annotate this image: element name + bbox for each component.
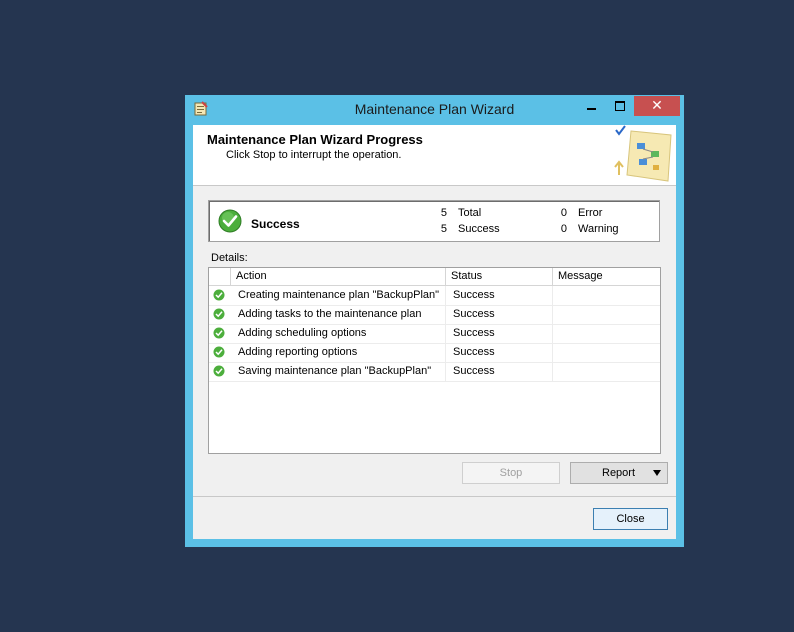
wizard-window: Maintenance Plan Wizard ✕ Maintenance Pl… [185,95,684,547]
minimize-button[interactable] [578,96,605,116]
details-grid[interactable]: Action Status Message Creating maintenan… [208,267,661,454]
success-label: Success [458,223,500,235]
close-icon: ✕ [651,98,663,114]
icon-column-header[interactable] [209,268,231,285]
success-check-icon [213,308,225,320]
warning-label: Warning [578,223,619,235]
total-label: Total [458,207,482,219]
status-cell: Success [446,305,553,324]
dropdown-arrow-icon[interactable] [653,470,661,476]
success-check-icon [213,365,225,377]
action-cell: Saving maintenance plan "BackupPlan" [231,362,446,381]
details-label: Details: [211,252,248,264]
close-window-button[interactable]: ✕ [634,96,680,116]
status-cell: Success [446,324,553,343]
report-button[interactable]: Report [570,462,668,484]
success-check-icon [213,327,225,339]
wizard-banner-icon [614,125,672,182]
table-row[interactable]: Adding reporting options Success [209,343,660,363]
action-cell: Adding tasks to the maintenance plan [231,305,446,324]
table-row[interactable]: Creating maintenance plan "BackupPlan" S… [209,286,660,306]
total-count: 5 [440,207,447,219]
message-cell [553,362,660,381]
status-cell: Success [446,343,553,362]
message-cell [553,305,660,324]
maximize-icon [614,101,625,111]
message-cell [553,286,660,305]
maximize-button[interactable] [606,96,633,116]
warning-count: 0 [560,223,567,235]
error-label: Error [578,207,603,219]
grid-header: Action Status Message [209,268,660,286]
stop-button[interactable]: Stop [462,462,560,484]
minimize-icon [587,108,596,110]
message-cell [553,324,660,343]
table-row[interactable]: Adding scheduling options Success [209,324,660,344]
wizard-header: Maintenance Plan Wizard Progress Click S… [193,125,676,186]
table-row[interactable]: Saving maintenance plan "BackupPlan" Suc… [209,362,660,382]
success-count: 5 [440,223,447,235]
column-header-message[interactable]: Message [553,268,660,285]
footer-divider [193,496,676,497]
error-count: 0 [560,207,567,219]
summary-panel: Success 5 Total 5 Success 0 Error 0 Warn… [208,200,660,242]
action-cell: Adding reporting options [231,343,446,362]
column-header-status[interactable]: Status [446,268,553,285]
table-row[interactable]: Adding tasks to the maintenance plan Suc… [209,305,660,325]
page-subtitle: Click Stop to interrupt the operation. [226,149,402,161]
status-cell: Success [446,362,553,381]
report-button-label: Report [602,467,636,479]
action-cell: Creating maintenance plan "BackupPlan" [231,286,446,305]
success-check-icon [213,346,225,358]
page-title: Maintenance Plan Wizard Progress [207,132,423,147]
column-header-action[interactable]: Action [231,268,446,285]
action-cell: Adding scheduling options [231,324,446,343]
status-cell: Success [446,286,553,305]
close-button[interactable]: Close [593,508,668,530]
dialog-client-area: Maintenance Plan Wizard Progress Click S… [193,125,676,539]
title-bar[interactable]: Maintenance Plan Wizard ✕ [185,95,684,124]
message-cell [553,343,660,362]
success-check-icon [218,209,242,233]
success-check-icon [213,289,225,301]
overall-status: Success [251,217,300,231]
